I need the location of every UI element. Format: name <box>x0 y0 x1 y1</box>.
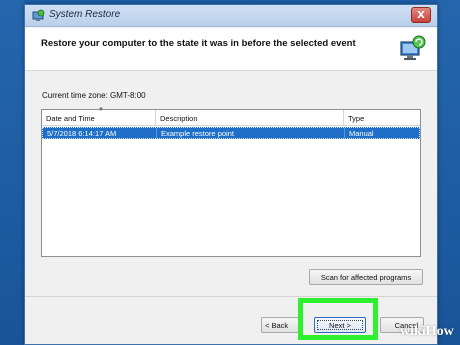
dialog-header: Restore your computer to the state it wa… <box>25 28 437 71</box>
column-header-description[interactable]: Description <box>156 110 344 125</box>
dialog-heading: Restore your computer to the state it wa… <box>41 38 356 49</box>
restore-computer-icon <box>397 34 427 64</box>
next-button-highlight <box>298 298 378 340</box>
row-type: Manual <box>349 129 374 138</box>
table-row[interactable]: 5/7/2018 6:14:17 AM Example restore poin… <box>42 127 420 139</box>
restore-points-table: ▼ Date and Time Description Type 5/7/201… <box>41 107 421 257</box>
sort-arrow-icon: ▼ <box>98 107 104 113</box>
desktop-background-left <box>0 0 24 345</box>
row-date: 5/7/2018 6:14:17 AM <box>43 128 157 138</box>
system-restore-window: System Restore X Restore your computer t… <box>24 4 438 345</box>
close-button[interactable]: X <box>411 7 431 23</box>
desktop-background-right <box>438 0 460 345</box>
row-description: Example restore point <box>157 128 345 138</box>
title-bar[interactable]: System Restore X <box>25 5 437 27</box>
system-restore-icon <box>31 9 45 23</box>
scan-affected-programs-button[interactable]: Scan for affected programs <box>309 269 423 285</box>
wikihow-watermark: wikiHow <box>400 324 454 339</box>
timezone-label: Current time zone: GMT-8:00 <box>42 91 146 100</box>
back-button[interactable]: < Back <box>261 317 299 333</box>
column-header-type[interactable]: Type <box>344 110 420 125</box>
footer-separator <box>25 296 437 297</box>
table-header: ▼ Date and Time Description Type <box>42 107 420 126</box>
window-title: System Restore <box>49 9 121 20</box>
